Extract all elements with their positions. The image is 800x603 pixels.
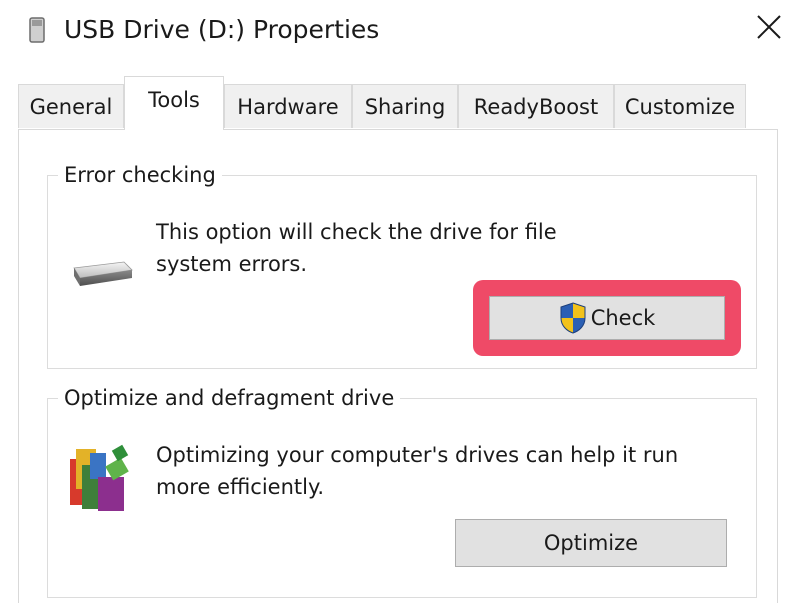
tab-readyboost[interactable]: ReadyBoost [458,84,614,128]
tab-sharing[interactable]: Sharing [352,84,458,128]
error-checking-heading: Error checking [58,160,222,190]
drive-icon [68,256,134,290]
uac-shield-icon [559,302,587,334]
check-button[interactable]: Check [489,296,725,340]
defrag-icon [68,439,138,515]
check-button-label: Check [590,306,656,330]
properties-window: USB Drive (D:) Properties General Tools … [0,0,800,603]
title-bar: USB Drive (D:) Properties [0,0,800,60]
optimize-description: Optimizing your computer's drives can he… [156,443,679,499]
optimize-heading: Optimize and defragment drive [58,383,401,413]
tab-tools[interactable]: Tools [124,76,224,130]
optimize-group: Optimize and defragment drive Optimizing… [47,383,757,598]
window-title: USB Drive (D:) Properties [64,15,380,44]
close-icon [756,14,782,44]
error-checking-group: Error checking This option will check th… [47,160,757,369]
optimize-button-label: Optimize [543,531,639,555]
close-button[interactable] [744,6,794,52]
tab-hardware[interactable]: Hardware [224,84,352,128]
tab-customize[interactable]: Customize [614,84,746,128]
optimize-button[interactable]: Optimize [455,519,727,567]
tab-general[interactable]: General [18,84,124,128]
usb-drive-icon [28,16,46,44]
tools-tab-panel: Error checking This option will check th… [18,129,778,603]
error-checking-description: This option will check the drive for fil… [156,220,557,276]
